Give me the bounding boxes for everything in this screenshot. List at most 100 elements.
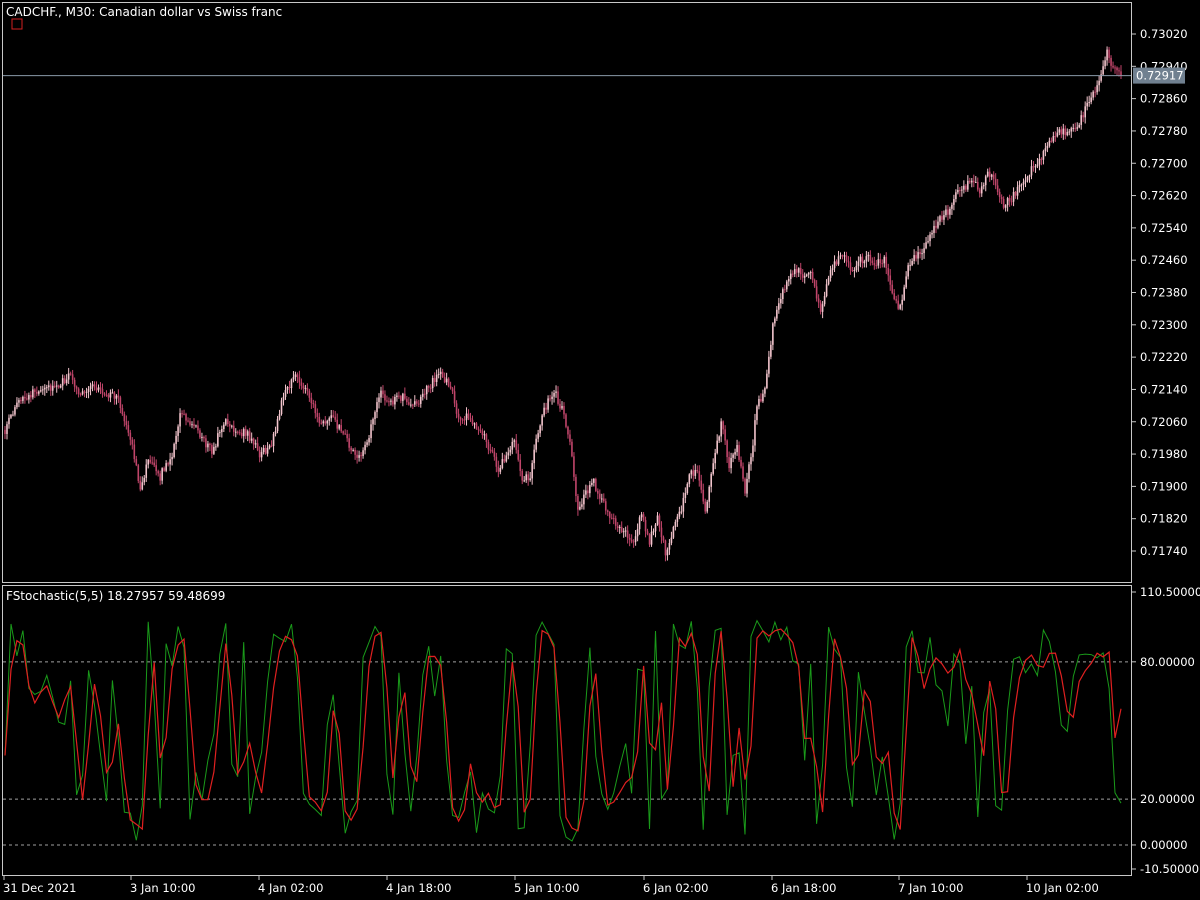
candle-body bbox=[1104, 60, 1106, 67]
candle-body bbox=[483, 434, 486, 436]
candle-body bbox=[30, 395, 32, 398]
candle-body bbox=[929, 234, 931, 242]
candle-body bbox=[642, 514, 645, 521]
candle-body bbox=[316, 413, 319, 417]
candle-body bbox=[175, 435, 177, 444]
candle-body bbox=[296, 374, 299, 378]
candle-body bbox=[503, 459, 506, 462]
candle-body bbox=[841, 255, 844, 257]
candle-body bbox=[109, 392, 112, 398]
candle-body bbox=[923, 248, 925, 254]
candle-body bbox=[326, 420, 329, 424]
candle-body bbox=[778, 303, 780, 310]
candle-body bbox=[616, 525, 619, 529]
candle-body bbox=[638, 517, 641, 530]
candle-body bbox=[189, 421, 191, 425]
candle-body bbox=[935, 225, 937, 228]
candle-body bbox=[593, 478, 595, 483]
candle-body bbox=[400, 396, 402, 401]
candle-body bbox=[931, 232, 933, 235]
candle-body bbox=[368, 438, 370, 443]
candle-body bbox=[1064, 128, 1067, 136]
candle-body bbox=[587, 490, 589, 494]
candle-body bbox=[961, 189, 963, 191]
candle-body bbox=[41, 389, 44, 391]
candle-body bbox=[254, 443, 257, 445]
price-tick-label: 0.71740 bbox=[1140, 544, 1188, 558]
candle-body bbox=[817, 298, 820, 303]
candle-body bbox=[495, 456, 498, 467]
candle-body bbox=[95, 387, 98, 391]
candle-body bbox=[933, 225, 935, 233]
candle-body bbox=[937, 221, 939, 228]
candle-body bbox=[1030, 166, 1033, 176]
candle-body bbox=[551, 396, 553, 399]
candle-body bbox=[314, 404, 317, 414]
candle-body bbox=[644, 520, 647, 532]
one-click-trading-icon[interactable] bbox=[11, 18, 23, 30]
candle-body bbox=[336, 419, 339, 429]
candle-body bbox=[971, 180, 973, 183]
candle-body bbox=[963, 185, 965, 190]
candle-body bbox=[881, 263, 884, 265]
candle-body bbox=[714, 452, 716, 464]
candle-body bbox=[433, 378, 436, 382]
candle-body bbox=[22, 396, 24, 401]
candle-body bbox=[531, 463, 533, 479]
candle-body bbox=[632, 541, 635, 543]
candle-body bbox=[1058, 129, 1061, 133]
candle-body bbox=[151, 462, 154, 464]
candle-body bbox=[398, 395, 400, 397]
indicator-tick-label: -10.50000 bbox=[1140, 862, 1199, 876]
candle-body bbox=[161, 468, 163, 481]
candle-body bbox=[978, 189, 981, 194]
candle-body bbox=[6, 424, 8, 434]
candle-body bbox=[252, 438, 255, 445]
candle-body bbox=[855, 265, 858, 271]
candle-body bbox=[1016, 186, 1019, 196]
candle-body bbox=[776, 309, 778, 319]
candle-body bbox=[797, 268, 800, 273]
candle-body bbox=[595, 478, 597, 491]
candle-body bbox=[79, 393, 82, 395]
candle-body bbox=[521, 470, 524, 481]
candle-body bbox=[1092, 91, 1094, 98]
candle-body bbox=[865, 256, 868, 262]
candle-body bbox=[527, 474, 529, 481]
candle-body bbox=[943, 215, 945, 220]
candle-body bbox=[28, 395, 30, 400]
candle-body bbox=[473, 423, 476, 425]
candle-body bbox=[754, 420, 756, 446]
candle-body bbox=[1114, 67, 1116, 69]
candle-body bbox=[429, 387, 432, 389]
candle-body bbox=[34, 389, 36, 392]
candle-body bbox=[493, 451, 496, 457]
candle-body bbox=[541, 415, 543, 426]
candle-body bbox=[310, 397, 313, 404]
candle-body bbox=[965, 185, 967, 190]
candle-body bbox=[614, 518, 617, 526]
candle-body bbox=[103, 393, 106, 395]
candle-body bbox=[408, 402, 410, 405]
candle-body bbox=[819, 302, 822, 312]
candle-body bbox=[244, 429, 247, 436]
candle-body bbox=[457, 413, 460, 418]
candle-body bbox=[606, 510, 609, 512]
candle-body bbox=[893, 293, 896, 300]
candle-body bbox=[274, 431, 277, 434]
candle-body bbox=[467, 413, 470, 419]
candle-body bbox=[519, 459, 522, 471]
candle-body bbox=[955, 192, 957, 200]
candle-body bbox=[445, 378, 448, 383]
candle-body bbox=[101, 388, 104, 394]
candle-body bbox=[306, 387, 309, 391]
candle-body bbox=[425, 385, 428, 395]
candle-body bbox=[945, 209, 947, 216]
candle-body bbox=[228, 424, 231, 427]
price-tick-label: 0.72860 bbox=[1140, 92, 1188, 106]
candle-body bbox=[648, 534, 651, 545]
indicator-tick-label: 80.00000 bbox=[1140, 655, 1195, 669]
candle-body bbox=[513, 440, 516, 442]
candle-body bbox=[1036, 164, 1039, 167]
candle-body bbox=[746, 478, 748, 494]
